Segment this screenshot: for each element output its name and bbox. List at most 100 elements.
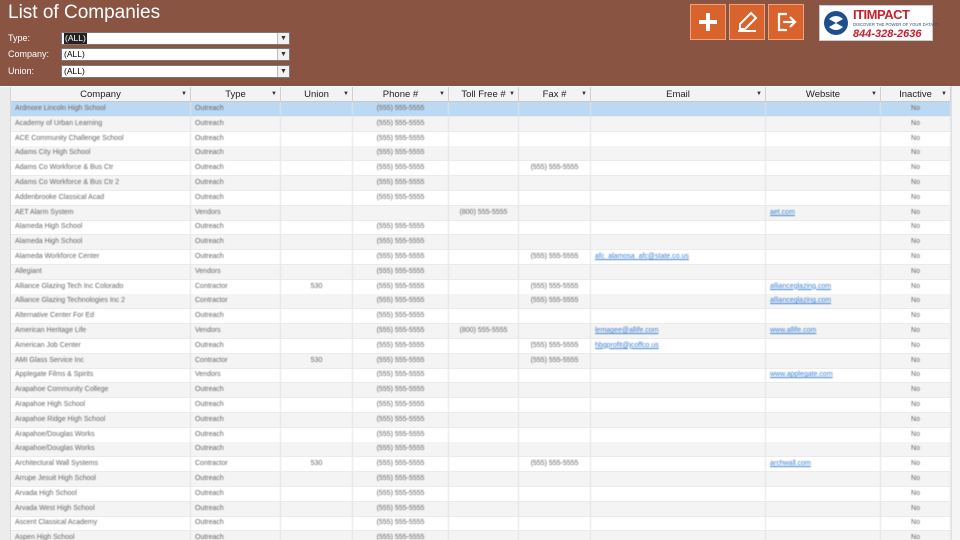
table-row[interactable]: Adams City High School Outreach (555) 555-…: [11, 146, 951, 162]
cell-email[interactable]: [591, 161, 766, 176]
cell-union[interactable]: [281, 250, 353, 264]
cell-type[interactable]: Outreach: [191, 131, 281, 146]
cell-fax[interactable]: [519, 235, 591, 250]
cell-email[interactable]: [591, 235, 766, 250]
exit-button[interactable]: [768, 4, 804, 40]
cell-fax[interactable]: [519, 324, 591, 338]
chevron-down-icon[interactable]: ▼: [277, 33, 289, 44]
cell-toll-free[interactable]: [449, 264, 519, 279]
cell-type[interactable]: Outreach: [191, 309, 281, 324]
row-selector[interactable]: [0, 383, 11, 399]
cell-email[interactable]: [591, 146, 766, 161]
cell-toll-free[interactable]: [449, 161, 519, 176]
cell-phone[interactable]: (555) 555-5555: [353, 472, 449, 486]
cell-email[interactable]: [591, 472, 766, 486]
table-row[interactable]: ACE Community Challenge School Outreach (5…: [11, 131, 951, 147]
cell-union[interactable]: [281, 368, 353, 383]
cell-company[interactable]: Arapahoe Ridge High School: [11, 412, 191, 427]
cell-toll-free[interactable]: [449, 146, 519, 161]
cell-company[interactable]: Alameda Workforce Center: [11, 250, 191, 264]
cell-toll-free[interactable]: [449, 131, 519, 146]
row-selector[interactable]: [0, 279, 11, 295]
table-row[interactable]: Arvada West High School Outreach (555) 555…: [11, 501, 951, 517]
cell-website[interactable]: [766, 383, 881, 398]
cell-union[interactable]: [281, 531, 353, 540]
sort-filter-arrow-icon[interactable]: ▼: [271, 87, 277, 102]
cell-email[interactable]: [591, 279, 766, 294]
row-selector[interactable]: [0, 427, 11, 443]
cell-website[interactable]: [766, 220, 881, 235]
cell-union[interactable]: [281, 516, 353, 531]
cell-fax[interactable]: (555) 555-5555: [519, 279, 591, 294]
cell-phone[interactable]: (555) 555-5555: [353, 501, 449, 516]
cell-website[interactable]: [766, 161, 881, 176]
cell-inactive[interactable]: No: [881, 501, 951, 516]
cell-toll-free[interactable]: [449, 486, 519, 501]
cell-fax[interactable]: (555) 555-5555: [519, 353, 591, 368]
cell-inactive[interactable]: No: [881, 472, 951, 486]
cell-toll-free[interactable]: [449, 442, 519, 457]
cell-email[interactable]: [591, 205, 766, 220]
row-selector[interactable]: [0, 161, 11, 177]
cell-website[interactable]: [766, 516, 881, 531]
cell-company[interactable]: Arvada West High School: [11, 501, 191, 516]
cell-inactive[interactable]: No: [881, 442, 951, 457]
cell-union[interactable]: [281, 161, 353, 176]
cell-toll-free[interactable]: [449, 250, 519, 264]
cell-email[interactable]: [591, 102, 766, 116]
sort-filter-arrow-icon[interactable]: ▼: [871, 87, 877, 102]
cell-phone[interactable]: [353, 205, 449, 220]
column-header-email[interactable]: Email ▼: [591, 87, 766, 102]
row-selector[interactable]: [0, 250, 11, 265]
cell-type[interactable]: Outreach: [191, 442, 281, 457]
cell-website[interactable]: [766, 102, 881, 116]
cell-type[interactable]: Outreach: [191, 486, 281, 501]
cell-type[interactable]: Outreach: [191, 176, 281, 190]
cell-email[interactable]: lemagee@allife.com: [591, 324, 766, 338]
cell-website[interactable]: [766, 176, 881, 190]
cell-fax[interactable]: [519, 472, 591, 486]
cell-fax[interactable]: (555) 555-5555: [519, 457, 591, 472]
company-filter-select[interactable]: (ALL) ▼: [61, 48, 290, 61]
column-header-website[interactable]: Website ▼: [766, 87, 881, 102]
cell-website[interactable]: [766, 398, 881, 412]
cell-company[interactable]: Alameda High School: [11, 220, 191, 235]
cell-website[interactable]: [766, 486, 881, 501]
column-header-phone[interactable]: Phone # ▼: [353, 87, 449, 102]
cell-fax[interactable]: [519, 501, 591, 516]
cell-email[interactable]: [591, 264, 766, 279]
column-header-union[interactable]: Union ▼: [281, 87, 353, 102]
table-row[interactable]: Aspen High School Outreach (555) 555-5555 N…: [11, 531, 951, 540]
cell-company[interactable]: Alternative Center For Ed: [11, 309, 191, 324]
cell-phone[interactable]: (555) 555-5555: [353, 398, 449, 412]
row-selector[interactable]: [0, 531, 11, 540]
cell-inactive[interactable]: No: [881, 279, 951, 294]
row-selector[interactable]: [0, 516, 11, 532]
cell-phone[interactable]: (555) 555-5555: [353, 353, 449, 368]
column-header-company[interactable]: Company ▼: [11, 87, 191, 102]
cell-union[interactable]: [281, 190, 353, 205]
column-header-inactive[interactable]: Inactive ▼: [881, 87, 951, 102]
cell-website[interactable]: archwall.com: [766, 457, 881, 472]
cell-email[interactable]: [591, 190, 766, 205]
cell-inactive[interactable]: No: [881, 235, 951, 250]
cell-toll-free[interactable]: (800) 555-5555: [449, 205, 519, 220]
cell-type[interactable]: Contractor: [191, 279, 281, 294]
cell-inactive[interactable]: No: [881, 161, 951, 176]
cell-phone[interactable]: (555) 555-5555: [353, 131, 449, 146]
cell-union[interactable]: [281, 472, 353, 486]
cell-union[interactable]: [281, 412, 353, 427]
table-row[interactable]: Academy of Urban Learning Outreach (555) 5…: [11, 116, 951, 132]
cell-website[interactable]: [766, 235, 881, 250]
cell-website[interactable]: [766, 353, 881, 368]
cell-website[interactable]: allianceglazing.com: [766, 294, 881, 309]
table-row[interactable]: Alameda High School Outreach (555) 555-555…: [11, 235, 951, 251]
cell-company[interactable]: AET Alarm System: [11, 205, 191, 220]
row-selector[interactable]: [0, 501, 11, 517]
cell-inactive[interactable]: No: [881, 412, 951, 427]
cell-website[interactable]: [766, 116, 881, 131]
table-row[interactable]: Addenbrooke Classical Acad Outreach (555) …: [11, 190, 951, 206]
cell-fax[interactable]: [519, 190, 591, 205]
cell-company[interactable]: Adams Co Workforce & Bus Ctr: [11, 161, 191, 176]
cell-phone[interactable]: (555) 555-5555: [353, 427, 449, 442]
